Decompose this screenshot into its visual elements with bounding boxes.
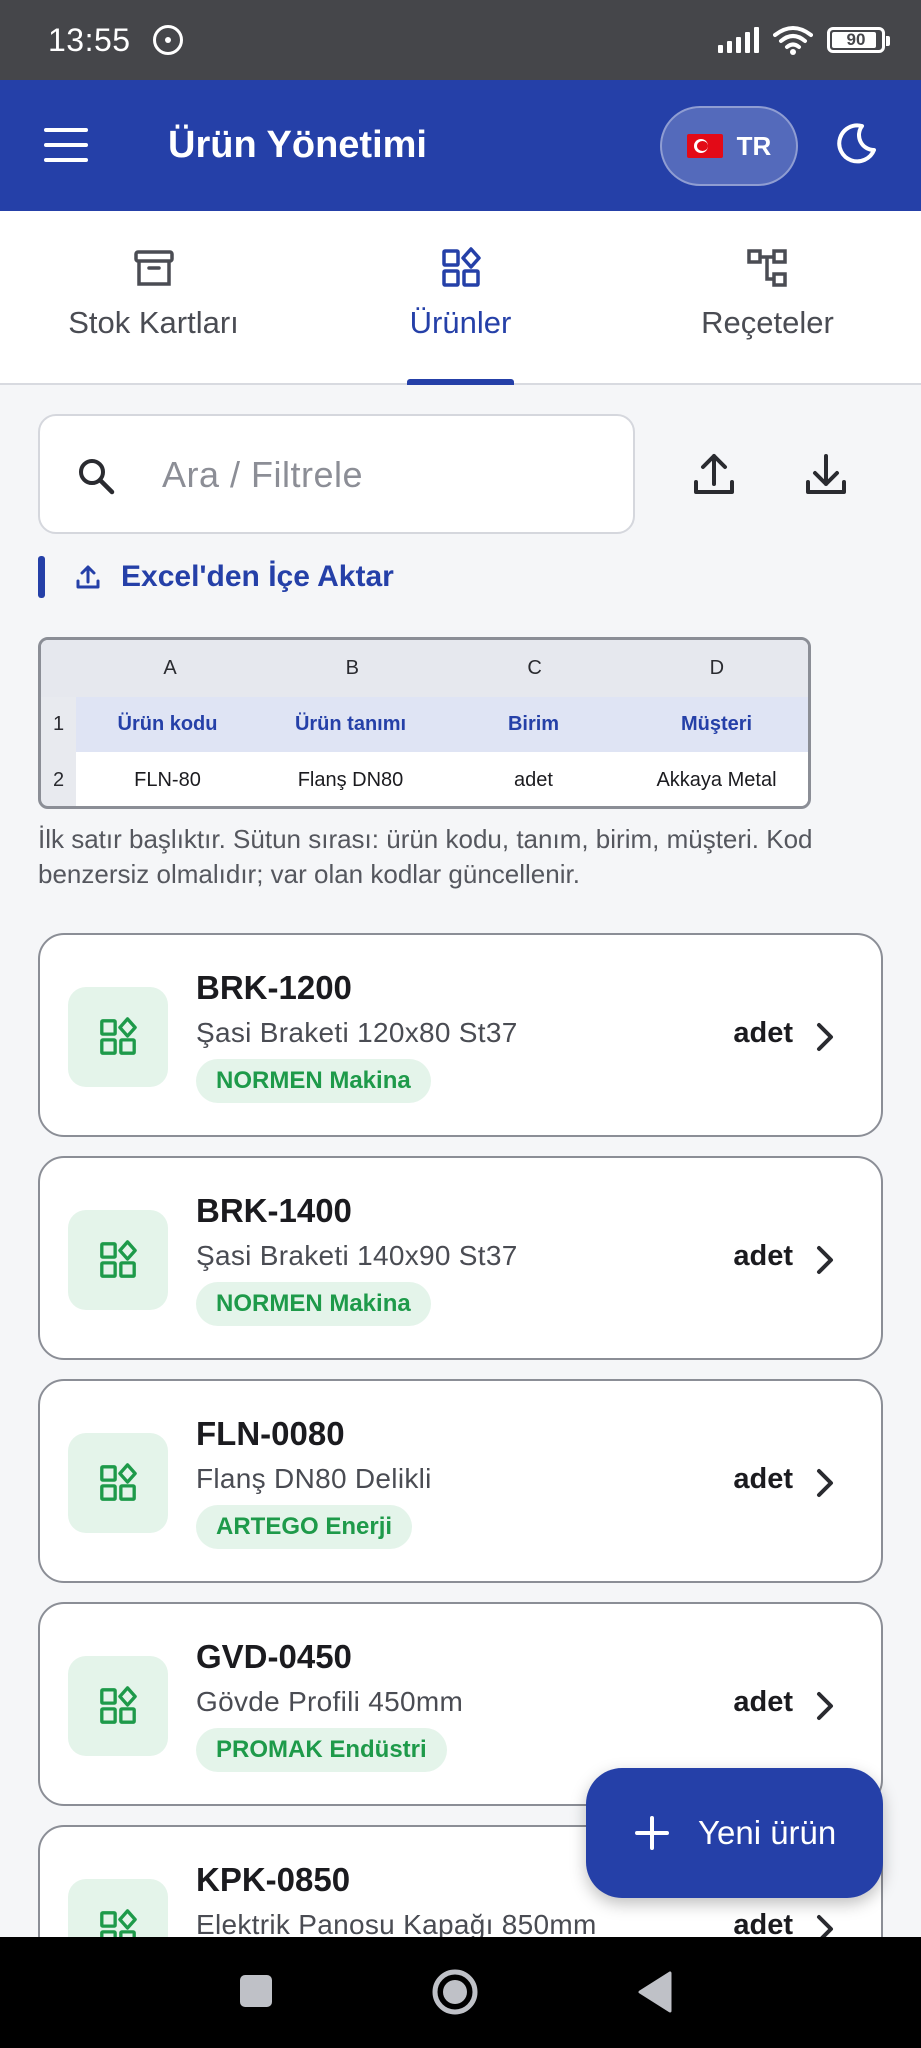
product-description: Gövde Profili 450mm <box>196 1686 464 1717</box>
back-icon[interactable] <box>636 1971 674 2013</box>
grid-shapes-icon <box>100 1463 137 1501</box>
status-icons: 90 <box>718 25 890 55</box>
chevron-right-icon <box>817 1469 833 1497</box>
status-bar: 13:55 90 <box>0 0 921 80</box>
column-header: D <box>709 657 725 679</box>
table-cell: Müşteri <box>680 713 753 735</box>
status-time: 13:55 <box>48 21 131 58</box>
product-code: KPK-0850 <box>196 1861 351 1898</box>
notification-icon <box>152 25 183 55</box>
column-header: C <box>527 657 542 679</box>
product-unit: adet <box>733 1686 793 1718</box>
product-description: Şasi Braketi 120x80 St37 <box>196 1017 518 1048</box>
product-card[interactable]: FLN-0080 Flanş DN80 Delikli ARTEGO Enerj… <box>38 1379 883 1583</box>
chevron-right-icon <box>817 1023 833 1051</box>
archive-box-icon <box>133 250 174 286</box>
tab-receteler[interactable]: Reçeteler <box>614 211 921 383</box>
table-cell: adet <box>514 769 553 791</box>
tab-label: Ürünler <box>409 305 512 340</box>
app-bar: Ürün Yönetimi TR <box>0 80 921 211</box>
grid-shapes-icon <box>100 1017 137 1055</box>
product-card[interactable]: BRK-1400 Şasi Braketi 140x90 St37 NORMEN… <box>38 1156 883 1360</box>
product-thumb <box>68 1433 168 1533</box>
search-placeholder: Ara / Filtrele <box>162 454 364 495</box>
product-code: BRK-1200 <box>196 969 352 1006</box>
customer-badge: ARTEGO Enerji <box>196 1505 413 1549</box>
grid-shapes-icon <box>100 1240 137 1278</box>
customer-badge: PROMAK Endüstri <box>196 1728 447 1772</box>
product-unit: adet <box>733 1017 793 1049</box>
home-icon[interactable] <box>430 1967 480 2017</box>
table-cell: Birim <box>507 713 560 735</box>
chevron-right-icon <box>817 1246 833 1274</box>
wifi-icon <box>773 26 813 55</box>
row-number: 1 <box>52 713 65 735</box>
tab-label: Stok Kartları <box>68 305 239 340</box>
column-header: B <box>345 657 359 679</box>
product-description: Flanş DN80 Delikli <box>196 1463 432 1494</box>
product-unit: adet <box>733 1463 793 1495</box>
table-cell: Flanş DN80 <box>297 769 404 791</box>
search-input[interactable]: Ara / Filtrele <box>38 414 635 534</box>
row-number: 2 <box>52 769 65 791</box>
accent-bar <box>38 556 45 598</box>
import-hint: İlk satır başlıktır. Sütun sırası: ürün … <box>38 824 813 889</box>
upload-icon[interactable] <box>684 444 744 504</box>
search-icon <box>79 459 115 495</box>
table-cell: Akkaya Metal <box>656 769 777 791</box>
upload-icon <box>76 565 100 589</box>
signal-icon <box>718 27 759 53</box>
table-row: 2 FLN-80 Flanş DN80 adet Akkaya Metal <box>41 752 808 806</box>
system-nav-bar <box>0 1937 921 2048</box>
grid-shapes-icon <box>441 247 481 287</box>
tab-label: Reçeteler <box>701 305 834 340</box>
excel-import-label: Excel'den İçe Aktar <box>121 560 394 593</box>
battery-level: 90 <box>846 30 866 49</box>
download-icon[interactable] <box>796 444 856 504</box>
column-header: A <box>163 657 177 679</box>
turkish-flag-icon <box>686 134 723 158</box>
table-cell: Ürün kodu <box>117 713 218 735</box>
plus-icon <box>635 1816 669 1850</box>
hamburger-menu-icon[interactable] <box>44 128 88 162</box>
language-label: TR <box>736 130 772 161</box>
customer-badge: NORMEN Makina <box>196 1282 431 1326</box>
battery-icon: 90 <box>827 27 890 53</box>
table-row: 1 Ürün kodu Ürün tanımı Birim Müşteri <box>41 697 808 752</box>
excel-preview-table: A B C D 1 Ürün kodu Ürün tanımı Birim Mü… <box>38 637 811 809</box>
table-cell: Ürün tanımı <box>294 713 407 735</box>
new-product-label: Yeni ürün <box>698 1814 837 1851</box>
tree-structure-icon <box>746 249 787 287</box>
grid-shapes-icon <box>100 1686 137 1724</box>
chevron-right-icon <box>817 1692 833 1720</box>
product-thumb <box>68 1656 168 1756</box>
product-card[interactable]: BRK-1200 Şasi Braketi 120x80 St37 NORMEN… <box>38 933 883 1137</box>
column-header-row: A B C D <box>41 640 808 697</box>
tab-stok-kartlari[interactable]: Stok Kartları <box>0 211 307 383</box>
moon-icon[interactable] <box>832 120 880 168</box>
product-code: FLN-0080 <box>196 1415 345 1452</box>
product-description: Şasi Braketi 140x90 St37 <box>196 1240 518 1271</box>
language-button[interactable]: TR <box>660 106 798 186</box>
customer-badge: NORMEN Makina <box>196 1059 431 1103</box>
product-unit: adet <box>733 1240 793 1272</box>
tab-bar: Stok Kartları Ürünler Reçeteler <box>0 211 921 385</box>
page-title: Ürün Yönetimi <box>168 124 427 166</box>
new-product-button[interactable]: Yeni ürün <box>586 1768 883 1898</box>
product-code: BRK-1400 <box>196 1192 352 1229</box>
table-cell: FLN-80 <box>134 769 201 791</box>
screen: 13:55 90 Ürün Yönetimi TR Stok Kartları … <box>0 0 921 2048</box>
product-thumb <box>68 1210 168 1310</box>
product-code: GVD-0450 <box>196 1638 352 1675</box>
product-thumb <box>68 987 168 1087</box>
recents-icon[interactable] <box>238 1973 274 2009</box>
tab-indicator <box>407 379 514 385</box>
tab-urunler[interactable]: Ürünler <box>307 211 614 385</box>
excel-import-link[interactable]: Excel'den İçe Aktar <box>38 556 394 598</box>
